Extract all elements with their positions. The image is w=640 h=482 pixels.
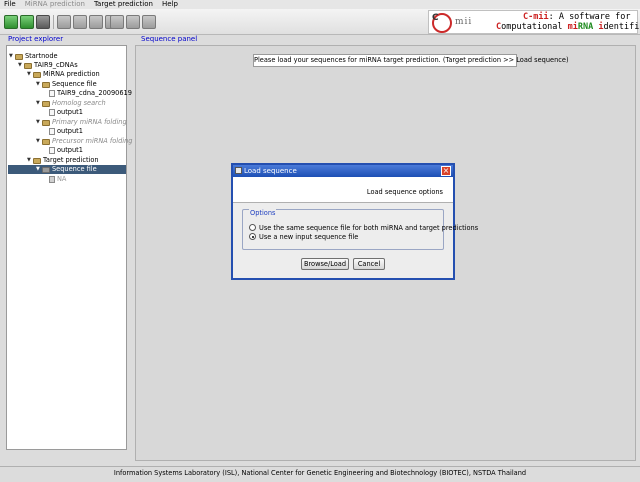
logo-brand: mii (455, 17, 473, 27)
expand-toggle-icon[interactable]: ▼ (27, 156, 32, 165)
toolbar-separator (53, 15, 54, 29)
tree-node-precursor-folding[interactable]: ▼ Precursor miRNA folding (36, 137, 132, 146)
folder-icon (33, 157, 41, 164)
file-icon (49, 90, 55, 97)
folder-icon (42, 100, 50, 107)
menu-file[interactable]: File (4, 0, 16, 9)
tree-node-output1[interactable]: output1 (49, 127, 83, 136)
folder-icon (42, 119, 50, 126)
expand-toggle-icon[interactable]: ▼ (18, 61, 23, 70)
tree-node-target-prediction[interactable]: ▼ Target prediction (27, 156, 99, 165)
logo-c: C (432, 13, 439, 23)
document-icon[interactable] (57, 15, 71, 29)
open-folder-icon[interactable] (20, 15, 34, 29)
logo-tagline-2: Computational miRNA identification (496, 22, 640, 32)
status-bar: Information Systems Laboratory (ISL), Na… (0, 466, 640, 480)
folder-icon (42, 138, 50, 145)
tree-node-target-sequence-file[interactable]: ▼ Sequence file (36, 165, 97, 174)
browse-load-button[interactable]: Browse/Load (301, 258, 349, 270)
load-sequence-hint: Please load your sequences for miRNA tar… (253, 54, 569, 67)
expand-toggle-icon[interactable]: ▼ (36, 137, 41, 146)
tree-node-primary-folding[interactable]: ▼ Primary miRNA folding (36, 118, 127, 127)
new-project-icon[interactable] (4, 15, 18, 29)
project-explorer-tree[interactable]: ▼ Startnode ▼ TAIR9_cDNAs ▼ MiRNA predictio… (6, 45, 132, 450)
folder-icon (42, 81, 50, 88)
zoom-icon[interactable] (110, 15, 124, 29)
app-logo: C mii C-mii: A software for Computationa… (428, 10, 640, 34)
menu-help[interactable]: Help (162, 0, 178, 9)
file-icon (49, 109, 55, 116)
expand-toggle-icon[interactable]: ▼ (36, 80, 41, 89)
menu-mirna-prediction[interactable]: MiRNA prediction (25, 0, 85, 9)
dialog-banner-text: Load sequence options (366, 188, 443, 196)
document-icon[interactable] (73, 15, 87, 29)
document-icon[interactable] (89, 15, 103, 29)
file-icon (49, 147, 55, 154)
options-legend: Options (249, 209, 277, 217)
expand-toggle-icon[interactable]: ▼ (36, 99, 41, 108)
menu-target-prediction[interactable]: Target prediction (94, 0, 153, 9)
file-icon (49, 128, 55, 135)
project-explorer-header: Project explorer (8, 35, 64, 43)
tree-node-startnode[interactable]: ▼ Startnode (9, 52, 58, 61)
option-same-file[interactable]: Use the same sequence file for both miRN… (249, 223, 478, 232)
load-sequence-dialog: Load sequence × Load sequence options Op… (231, 163, 478, 280)
options-group: Options Use the same sequence file for b… (242, 209, 478, 250)
folder-icon (42, 166, 50, 173)
file-icon (49, 176, 55, 183)
radio-new-file[interactable] (249, 233, 256, 240)
close-icon[interactable]: × (441, 166, 451, 176)
tree-node-sequence-file[interactable]: ▼ Sequence file (36, 80, 97, 89)
copy-icon[interactable] (36, 15, 50, 29)
tree-node-tair[interactable]: ▼ TAIR9_cDNAs (18, 61, 78, 70)
cancel-button[interactable]: Cancel (353, 258, 385, 270)
tree-node-homolog-search[interactable]: ▼ Homolog search (36, 99, 106, 108)
expand-toggle-icon[interactable]: ▼ (9, 52, 14, 61)
folder-icon (24, 62, 32, 69)
folder-icon (33, 71, 41, 78)
tree-node-output1[interactable]: output1 (49, 108, 83, 117)
grid-icon[interactable] (142, 15, 156, 29)
expand-toggle-icon[interactable]: ▼ (27, 70, 32, 79)
tree-node-tair-file[interactable]: TAIR9_cdna_20090619 (49, 89, 132, 98)
option-new-file[interactable]: Use a new input sequence file (249, 232, 358, 241)
grid-icon[interactable] (126, 15, 140, 29)
dialog-title: Load sequence (244, 167, 297, 175)
expand-toggle-icon[interactable]: ▼ (36, 165, 41, 174)
radio-same-file[interactable] (249, 224, 256, 231)
dialog-title-bar[interactable]: Load sequence × (233, 165, 453, 177)
expand-toggle-icon[interactable]: ▼ (36, 118, 41, 127)
option-same-file-label: Use the same sequence file for both miRN… (259, 223, 479, 232)
folder-icon (15, 53, 23, 60)
tree-node-output1[interactable]: output1 (49, 146, 83, 155)
logo-tagline-1: C-mii: A software for (523, 12, 631, 22)
dialog-banner: Load sequence options (233, 177, 453, 203)
dialog-app-icon (235, 167, 242, 174)
option-new-file-label: Use a new input sequence file (259, 232, 359, 241)
tree-node-na[interactable]: NA (49, 175, 66, 184)
sequence-panel-header: Sequence panel (141, 35, 198, 43)
menu-bar: File MiRNA prediction Target prediction … (0, 0, 640, 9)
tree-node-mirna-prediction[interactable]: ▼ MiRNA prediction (27, 70, 100, 79)
